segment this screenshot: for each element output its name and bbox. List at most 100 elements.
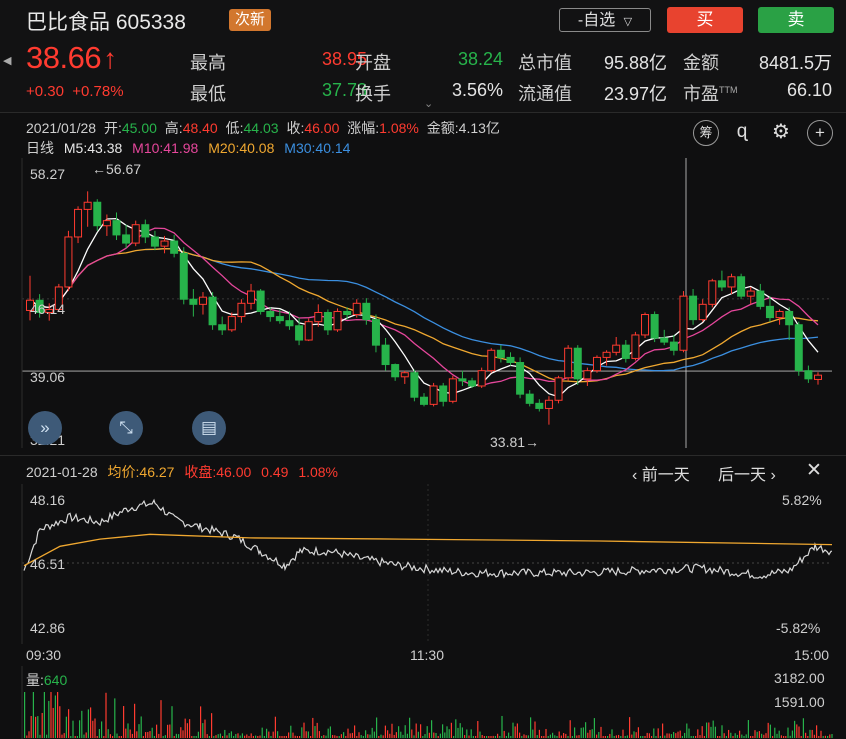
candle-body <box>496 349 505 358</box>
sell-button[interactable]: 卖 <box>758 7 834 33</box>
volume-bar <box>175 733 177 738</box>
ohlc-high: 48.40 <box>182 120 218 136</box>
fast-forward-icon[interactable]: » <box>28 411 62 445</box>
time-label: 15:00 <box>794 647 830 663</box>
volume-bar <box>334 735 336 738</box>
kline-y-label: 58.27 <box>30 166 66 182</box>
volume-bar <box>195 736 197 738</box>
volume-bar <box>43 692 45 738</box>
candle-body <box>266 310 275 318</box>
watchlist-button[interactable]: -自选 ▽ <box>559 8 651 32</box>
candle-body <box>641 314 650 336</box>
ohlc-open-label: 开: <box>103 120 122 136</box>
volume-bar <box>523 734 525 738</box>
volume-bar <box>68 709 70 738</box>
volume-bar <box>290 725 292 738</box>
next-day-button[interactable]: 后一天 › <box>718 461 776 485</box>
volume-bar <box>246 734 248 738</box>
search-chart-icon[interactable]: ɋ <box>729 120 755 146</box>
volume-bar <box>789 735 791 738</box>
close-icon[interactable]: ✕ <box>806 459 822 482</box>
volume-bar <box>666 733 668 738</box>
volume-bar <box>712 720 714 738</box>
volume-bar <box>719 736 721 738</box>
stat-label-market-cap: 总市值 <box>518 53 572 73</box>
candle <box>93 199 102 231</box>
volume-bar <box>215 735 217 738</box>
candle-body <box>621 344 630 359</box>
volume-bar <box>63 733 65 738</box>
stat-value-pe: 66.10 <box>786 80 832 100</box>
layout-icon[interactable]: ▤ <box>192 411 226 445</box>
kline-chart[interactable] <box>0 158 846 448</box>
candle <box>785 307 794 341</box>
volume-bar <box>426 726 428 738</box>
candle <box>371 314 380 353</box>
volume-bar <box>428 732 430 738</box>
volume-bar <box>255 735 257 738</box>
volume-bar <box>774 727 776 738</box>
candle-body <box>102 220 111 227</box>
chevron-down-icon: ▽ <box>623 16 633 28</box>
volume-bar <box>431 720 433 738</box>
volume-bar <box>208 736 210 738</box>
stat-value-open: 38.24 <box>457 49 503 69</box>
intraday-y-label: 46.51 <box>30 556 66 572</box>
candle-body <box>64 236 73 288</box>
volume-bar <box>417 731 419 738</box>
volume-bar <box>178 734 180 738</box>
candle <box>573 345 582 385</box>
candle <box>496 345 505 363</box>
volume-bar <box>448 729 450 738</box>
period-label[interactable]: 日线 <box>26 140 54 156</box>
candle-body <box>112 220 121 236</box>
volume-bar <box>754 730 756 738</box>
volume-bar <box>761 733 763 738</box>
intraday-date: 2021-01-28 <box>26 464 98 480</box>
chips-icon[interactable]: 筹 <box>693 120 719 146</box>
volume-bar <box>481 734 483 738</box>
volume-y-label: 3182.00 <box>774 670 825 686</box>
volume-bar <box>340 734 342 738</box>
volume-bar <box>206 734 208 738</box>
intraday-chart[interactable] <box>0 484 846 644</box>
ohlc-amt-label: 金额: <box>426 120 459 136</box>
chevron-left-icon: ‹ <box>632 467 642 484</box>
prev-day-button[interactable]: ‹ 前一天 <box>632 461 690 485</box>
candle-body <box>170 240 179 254</box>
candle-body <box>573 347 582 380</box>
ma20-label: M20:40.08 <box>208 140 275 156</box>
volume-bar <box>197 731 199 738</box>
buy-button[interactable]: 买 <box>667 7 743 33</box>
volume-bar <box>730 732 732 738</box>
candle-body <box>468 380 477 387</box>
candle <box>458 370 467 386</box>
volume-bar <box>635 732 637 738</box>
volume-bar <box>545 728 547 738</box>
volume-bar <box>723 733 725 738</box>
expand-stats-icon[interactable]: ⌄ <box>424 97 433 110</box>
candle <box>621 340 630 363</box>
volume-bar <box>415 723 417 738</box>
candle <box>746 286 755 305</box>
gear-icon[interactable]: ⚙ <box>768 120 794 146</box>
candle-body <box>410 372 419 398</box>
candle <box>237 299 246 323</box>
avg-price-label: 均价: <box>107 464 140 480</box>
candle-body <box>285 320 294 327</box>
volume-bar <box>521 736 523 738</box>
volume-bar <box>497 733 499 738</box>
volume-bar <box>120 736 122 738</box>
volume-bar <box>365 730 367 738</box>
zoom-in-icon[interactable]: + <box>807 120 833 146</box>
volume-bar <box>494 736 496 738</box>
volume-bar <box>468 735 470 738</box>
collapse-left-icon[interactable]: ◀ <box>3 54 11 67</box>
volume-bar <box>659 735 661 738</box>
volume-bar <box>296 736 298 738</box>
volume-bar <box>827 736 829 738</box>
candle-body <box>679 295 688 351</box>
volume-bar <box>516 723 518 738</box>
min-price-note: 33.81→ <box>490 434 540 450</box>
fullscreen-icon[interactable]: ⤡ <box>109 411 143 445</box>
